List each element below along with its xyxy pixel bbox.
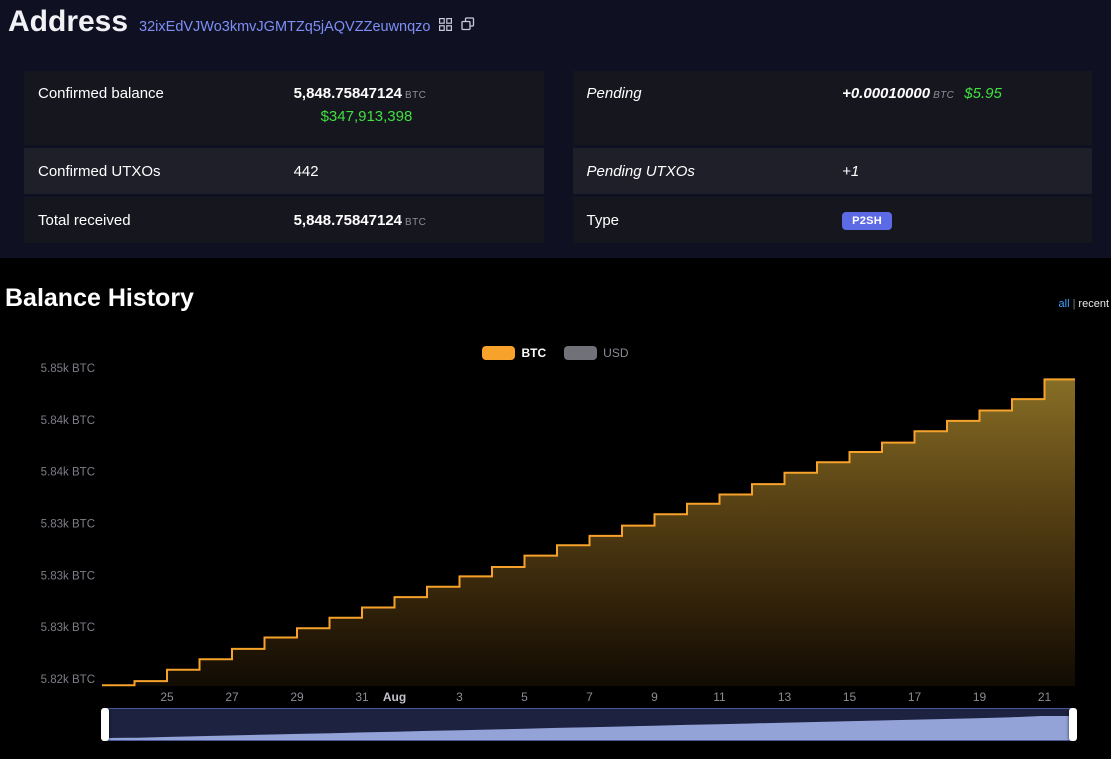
slider-left-handle[interactable]: [101, 708, 109, 741]
y-tick-label: 5.82k BTC: [41, 674, 95, 686]
y-tick-label: 5.83k BTC: [41, 622, 95, 634]
x-tick-label: 9: [651, 690, 658, 704]
fiat-value: $347,913,398: [321, 108, 530, 125]
y-tick-label: 5.83k BTC: [41, 519, 95, 531]
qr-grid-icon[interactable]: [439, 18, 452, 36]
x-tick-label: 13: [778, 690, 792, 704]
x-tick-label: 29: [290, 690, 304, 704]
stat-value: +0.00010000BTC $5.95: [842, 85, 1078, 102]
section-title: Balance History: [5, 284, 194, 313]
x-tick-label: 5: [521, 690, 528, 704]
x-tick-label: Aug: [383, 690, 406, 704]
stat-row-confirmed-utxos: Confirmed UTXOs 442: [24, 148, 544, 194]
stat-label: Confirmed UTXOs: [38, 163, 294, 180]
stats-right-column: Pending +0.00010000BTC $5.95 Pending UTXO…: [573, 71, 1093, 243]
stat-label: Pending: [587, 85, 843, 102]
btc-amount: 5,848.75847124: [294, 85, 402, 102]
stat-row-confirmed-balance: Confirmed balance 5,848.75847124BTC $347…: [24, 71, 544, 145]
stat-row-total-received: Total received 5,848.75847124BTC: [24, 197, 544, 243]
balance-history-section: Balance History all|recent BTC USD 5.82k…: [0, 258, 1111, 759]
stat-row-pending-utxos: Pending UTXOs +1: [573, 148, 1093, 194]
btc-unit: BTC: [405, 90, 426, 101]
x-tick-label: 21: [1038, 690, 1052, 704]
address-type-badge[interactable]: P2SH: [842, 212, 892, 230]
x-tick-label: 25: [160, 690, 174, 704]
utxo-count: +1: [842, 163, 859, 180]
slider-right-handle[interactable]: [1069, 708, 1077, 741]
balance-history-chart[interactable]: 5.82k BTC 5.83k BTC 5.83k BTC 5.83k BTC 5.84…: [0, 330, 1111, 710]
x-tick-label: 19: [973, 690, 987, 704]
y-tick-label: 5.84k BTC: [41, 415, 95, 427]
stat-label: Confirmed balance: [38, 85, 294, 102]
x-tick-label: 31: [355, 690, 369, 704]
slider-selected-region: [105, 709, 1073, 740]
stat-label: Pending UTXOs: [587, 163, 843, 180]
address-stats: Confirmed balance 5,848.75847124BTC $347…: [24, 71, 1092, 243]
x-tick-label: 27: [225, 690, 239, 704]
address-explorer-page: Address 32ixEdVJWo3kmvJGMTZq5jAQVZZeuwnq…: [0, 0, 1111, 759]
stat-row-type: Type P2SH: [573, 197, 1093, 243]
stat-value: 5,848.75847124BTC $347,913,398: [294, 85, 530, 125]
slider-data-shadow: [105, 709, 1073, 740]
stat-row-pending: Pending +0.00010000BTC $5.95: [573, 71, 1093, 145]
stats-left-column: Confirmed balance 5,848.75847124BTC $347…: [24, 71, 544, 243]
x-tick-label: 7: [586, 690, 593, 704]
stat-value: +1: [842, 163, 1078, 180]
x-tick-label: 11: [713, 690, 726, 704]
stat-value: 5,848.75847124BTC: [294, 212, 530, 229]
stat-value: 442: [294, 163, 530, 180]
x-tick-label: 3: [456, 690, 463, 704]
y-tick-label: 5.85k BTC: [41, 363, 95, 375]
page-title: Address: [8, 5, 128, 39]
x-tick-label: 17: [908, 690, 922, 704]
address-link[interactable]: 32ixEdVJWo3kmvJGMTZq5jAQVZZeuwnqzo: [139, 19, 430, 35]
btc-unit: BTC: [405, 217, 426, 228]
y-tick-label: 5.83k BTC: [41, 570, 95, 582]
address-summary: Address 32ixEdVJWo3kmvJGMTZq5jAQVZZeuwnq…: [0, 0, 1111, 258]
range-separator: |: [1073, 298, 1076, 310]
utxo-count: 442: [294, 163, 319, 180]
stat-label: Total received: [38, 212, 294, 229]
page-header: Address 32ixEdVJWo3kmvJGMTZq5jAQVZZeuwnq…: [0, 0, 1111, 44]
chart-range-slider[interactable]: [104, 708, 1074, 741]
stat-label: Type: [587, 212, 843, 229]
btc-amount: 5,848.75847124: [294, 212, 402, 229]
section-header: Balance History all|recent: [5, 284, 1109, 313]
range-links: all|recent: [1059, 298, 1109, 313]
btc-unit: BTC: [933, 90, 954, 101]
x-tick-label: 15: [843, 690, 857, 704]
btc-amount: +0.00010000: [842, 85, 930, 102]
range-all-link[interactable]: all: [1059, 298, 1070, 310]
copy-icon[interactable]: [461, 17, 475, 36]
stat-value: P2SH: [842, 211, 1078, 230]
fiat-value: $5.95: [964, 85, 1002, 102]
btc-area-fill: [102, 379, 1075, 686]
range-recent-link[interactable]: recent: [1078, 298, 1109, 310]
y-tick-label: 5.84k BTC: [41, 467, 95, 479]
